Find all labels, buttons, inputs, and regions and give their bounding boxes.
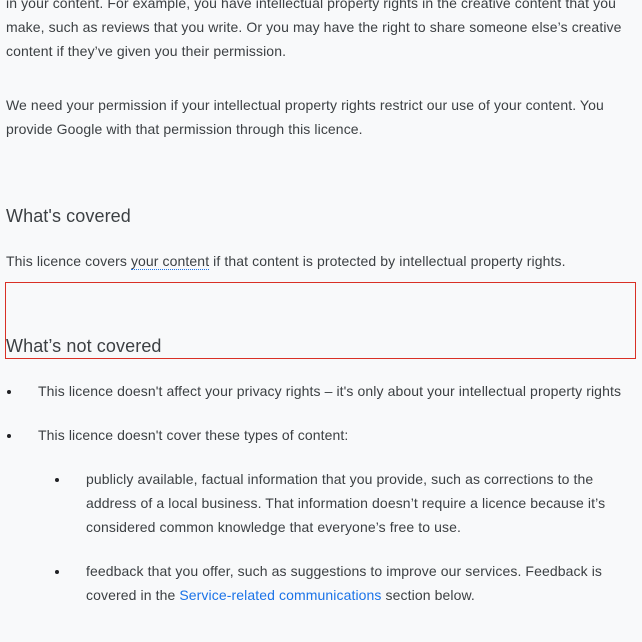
public-info-line-3: considered common knowledge that everyon… <box>86 519 461 535</box>
list-item-privacy: This licence doesn't affect your privacy… <box>6 379 636 403</box>
feedback-text-before: covered in the <box>86 587 180 603</box>
permission-paragraph: We need your permission if your intellec… <box>6 93 636 141</box>
intro-paragraph: in your content. For example, you have i… <box>6 0 636 63</box>
covered-text-before: This licence covers <box>6 253 131 269</box>
covered-text-after: if that content is protected by intellec… <box>209 253 566 269</box>
intro-line-1: in your content. For example, you have i… <box>6 0 616 11</box>
sublist-item-feedback: feedback that you offer, such as suggest… <box>38 559 636 607</box>
content-types-sublist: publicly available, factual information … <box>38 467 636 607</box>
heading-whats-not-covered: What’s not covered <box>6 336 162 356</box>
covered-paragraph: This licence covers your content if that… <box>6 249 636 273</box>
list-item-content-types: This licence doesn't cover these types o… <box>6 423 636 607</box>
intro-line-3: content if they’ve given you their permi… <box>6 43 287 59</box>
terms-article: in your content. For example, you have i… <box>6 0 636 273</box>
not-covered-section: What’s not covered This licence doesn't … <box>6 334 636 627</box>
not-covered-list: This licence doesn't affect your privacy… <box>6 379 636 607</box>
feedback-text-after: section below. <box>381 587 475 603</box>
feedback-line-1: feedback that you offer, such as suggest… <box>86 563 603 579</box>
heading-whats-covered: What's covered <box>6 206 131 226</box>
intro-line-2: make, such as reviews that you write. Or… <box>6 19 622 35</box>
service-related-communications-link[interactable]: Service-related communications <box>179 587 381 603</box>
list-item-content-types-text: This licence doesn't cover these types o… <box>38 427 349 443</box>
public-info-line-1: publicly available, factual information … <box>86 471 594 487</box>
permission-line-1: We need your permission if your intellec… <box>6 97 604 113</box>
permission-line-2: provide Google with that permission thro… <box>6 121 363 137</box>
your-content-link[interactable]: your content <box>130 253 210 270</box>
public-info-line-2: address of a local business. That inform… <box>86 495 606 511</box>
list-item-privacy-text: This licence doesn't affect your privacy… <box>38 383 622 399</box>
sublist-item-public-info: publicly available, factual information … <box>38 467 636 539</box>
